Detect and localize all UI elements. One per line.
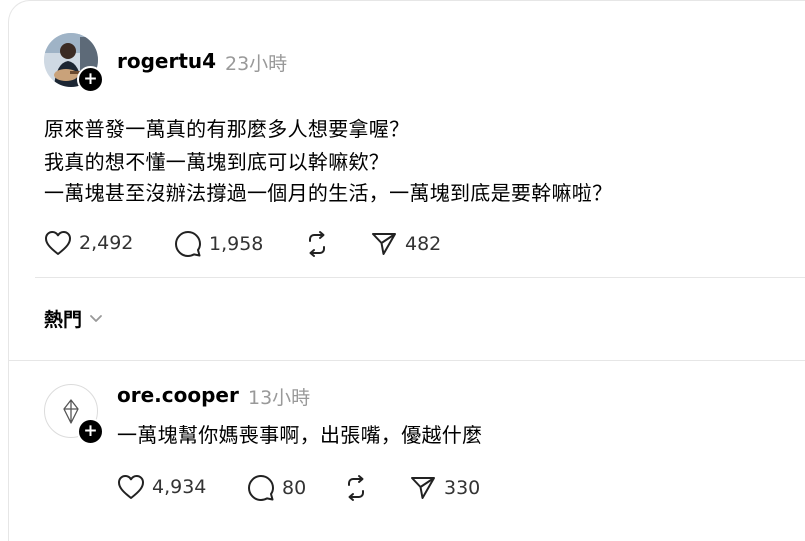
share-button[interactable]: 482 [370, 230, 441, 258]
post-text-line: 原來普發一萬真的有那麼多人想要拿喔？ [44, 117, 410, 141]
comment-count: 80 [282, 477, 307, 499]
comment-count: 1,958 [209, 233, 264, 255]
comment-button[interactable]: 1,958 [174, 230, 263, 258]
heart-icon [45, 231, 71, 255]
divider [8, 360, 805, 361]
share-count: 482 [405, 233, 442, 255]
like-count: 4,934 [152, 476, 207, 498]
share-count: 330 [444, 477, 481, 499]
post-text-line: 我真的想不懂一萬塊到底可以幹嘛欸？ [44, 150, 390, 174]
repost-icon [348, 475, 364, 501]
post-username[interactable]: rogertu4 [117, 49, 216, 73]
follow-plus-icon[interactable]: + [77, 66, 104, 93]
sort-label: 熱門 [44, 309, 83, 331]
divider [35, 277, 805, 278]
reply-text: 一萬塊幫你媽喪事啊，出張嘴，優越什麼 [117, 423, 483, 447]
post-timestamp[interactable]: 23小時 [225, 49, 287, 76]
send-icon [411, 477, 435, 499]
chevron-down-icon [90, 314, 102, 322]
repost-button[interactable] [303, 230, 331, 258]
heart-icon [118, 475, 144, 499]
comment-button[interactable]: 80 [247, 474, 306, 502]
comment-bubble-icon [248, 475, 274, 501]
reply-timestamp[interactable]: 13小時 [248, 383, 310, 410]
share-button[interactable]: 330 [409, 474, 480, 502]
comment-bubble-icon [175, 231, 201, 257]
repost-icon [309, 231, 325, 257]
like-button[interactable]: 4,934 [117, 474, 206, 500]
send-icon [372, 233, 396, 255]
follow-plus-icon[interactable]: + [77, 418, 104, 445]
like-button[interactable]: 2,492 [44, 230, 133, 256]
like-count: 2,492 [79, 232, 134, 254]
reply-username[interactable]: ore.cooper [117, 383, 239, 407]
thread-container [8, 0, 805, 541]
post-text-line: 一萬塊甚至沒辦法撐過一個月的生活，一萬塊到底是要幹嘛啦？ [44, 181, 613, 205]
sort-dropdown[interactable]: 熱門 [44, 305, 103, 332]
repost-button[interactable] [342, 474, 370, 502]
